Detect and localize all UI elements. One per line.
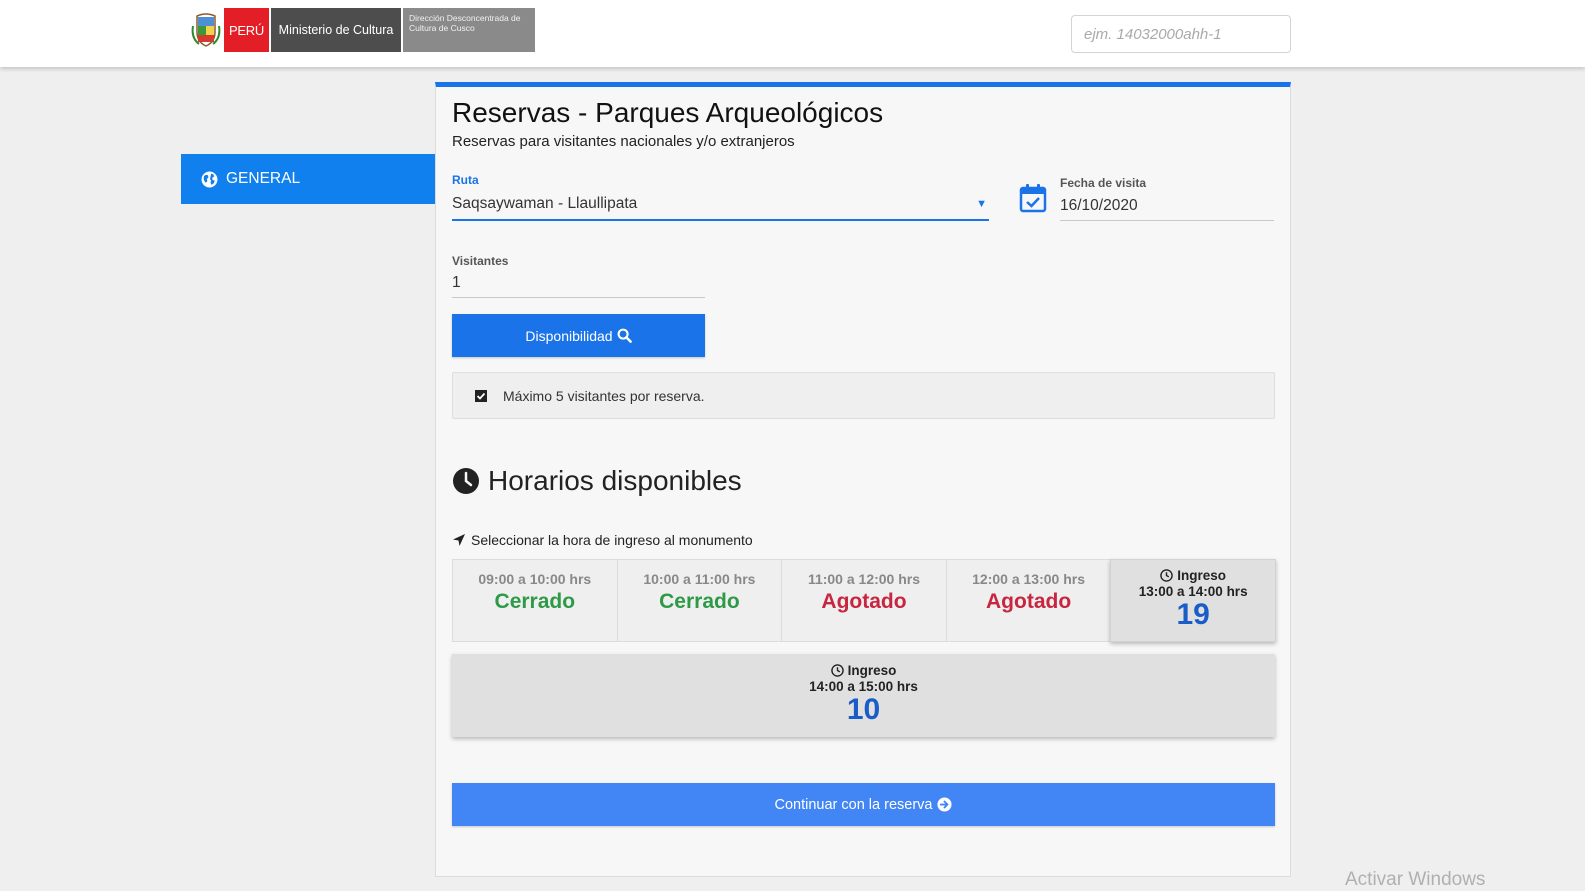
page-subtitle: Reservas para visitantes nacionales y/o … (452, 133, 795, 150)
visitantes-label: Visitantes (452, 254, 509, 268)
select-hint: Seleccionar la hora de ingreso al monume… (452, 532, 753, 548)
ingreso-text: Ingreso (847, 663, 897, 678)
sidebar-item-label: GENERAL (226, 170, 301, 187)
notice-text: Máximo 5 visitantes por reserva. (503, 387, 705, 404)
clock-icon (453, 468, 479, 494)
sidebar-item-general[interactable]: GENERAL (181, 154, 436, 204)
ruta-value: Saqsaywaman - Llaullipata (452, 195, 638, 212)
max-visitors-notice: Máximo 5 visitantes por reserva. (452, 372, 1275, 419)
slot-time: 11:00 a 12:00 hrs (807, 571, 921, 587)
ruta-label: Ruta (452, 173, 479, 187)
hint-text: Seleccionar la hora de ingreso al monume… (471, 532, 753, 548)
reservation-card: Reservas - Parques Arqueológicos Reserva… (435, 82, 1291, 877)
slot-time: 13:00 a 14:00 hrs (1138, 584, 1248, 599)
continue-label: Continuar con la reserva (774, 796, 933, 813)
time-slot: 10:00 a 11:00 hrs Cerrado (616, 559, 783, 642)
slot-time: 10:00 a 11:00 hrs (643, 571, 756, 587)
slot-time: 12:00 a 13:00 hrs (972, 571, 1085, 587)
logo-ministerio: Ministerio de Cultura (271, 8, 401, 52)
location-arrow-icon (453, 534, 465, 546)
ingreso-text: Ingreso (1177, 568, 1227, 583)
logo-direccion: Dirección Desconcentrada de Cultura de C… (403, 8, 535, 52)
globe-icon (201, 171, 218, 187)
ruta-select[interactable]: Saqsaywaman - Llaullipata ▼ (452, 189, 989, 221)
slot-available-count: 19 (1176, 598, 1210, 631)
time-slot: 11:00 a 12:00 hrs Agotado (781, 559, 947, 642)
disponibilidad-label: Disponibilidad (525, 327, 613, 344)
slot-time: 14:00 a 15:00 hrs (809, 679, 918, 694)
page-title: Reservas - Parques Arqueológicos (452, 97, 884, 128)
visitantes-field[interactable]: 1 (452, 268, 705, 298)
time-slot: 09:00 a 10:00 hrs Cerrado (452, 559, 618, 642)
check-icon (475, 389, 487, 402)
disponibilidad-button[interactable]: Disponibilidad (452, 314, 705, 357)
horarios-heading: Horarios disponibles (452, 465, 742, 497)
slot-time: 09:00 a 10:00 hrs (478, 571, 592, 587)
ingreso-label: Ingreso (1160, 568, 1226, 583)
continue-reservation-button[interactable]: Continuar con la reserva (452, 783, 1275, 826)
slot-status: Agotado (821, 590, 907, 613)
search-icon (617, 328, 632, 343)
time-slots-row: 09:00 a 10:00 hrs Cerrado 10:00 a 11:00 … (452, 559, 1276, 642)
slot-status: Cerrado (494, 590, 576, 613)
fecha-field[interactable]: 16/10/2020 (1060, 191, 1274, 221)
time-slot-available[interactable]: Ingreso 14:00 a 15:00 hrs 10 (452, 654, 1275, 737)
caret-down-icon: ▼ (976, 198, 987, 210)
windows-activation-watermark: Activar Windows (1345, 869, 1486, 890)
coat-of-arms-icon (188, 8, 224, 52)
horarios-title: Horarios disponibles (488, 465, 742, 496)
arrow-circle-right-icon (937, 797, 953, 812)
clock-icon (830, 664, 844, 677)
ministerio-logo[interactable]: PERÚ Ministerio de Cultura Dirección Des… (188, 8, 535, 52)
search-input[interactable] (1071, 15, 1291, 53)
slot-status: Cerrado (659, 590, 740, 613)
logo-peru: PERÚ (224, 8, 269, 52)
time-slot: 12:00 a 13:00 hrs Agotado (945, 559, 1112, 642)
clock-icon (1160, 569, 1174, 582)
top-bar: PERÚ Ministerio de Cultura Dirección Des… (0, 0, 1585, 67)
fecha-label: Fecha de visita (1060, 176, 1147, 190)
slot-status: Agotado (986, 590, 1072, 613)
calendar-check-icon[interactable] (1019, 183, 1047, 218)
ingreso-label: Ingreso (830, 663, 897, 678)
time-slot-available[interactable]: Ingreso 13:00 a 14:00 hrs 19 (1110, 559, 1276, 642)
slot-available-count: 10 (846, 693, 881, 726)
